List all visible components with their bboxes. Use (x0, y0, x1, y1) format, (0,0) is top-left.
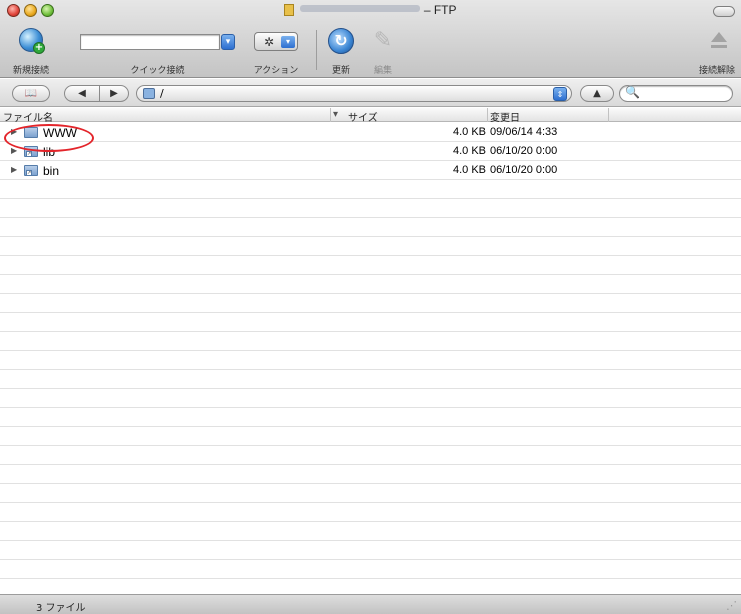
empty-row (0, 256, 741, 275)
path-dropdown-icon[interactable]: ⇕ (553, 87, 567, 101)
empty-row (0, 199, 741, 218)
window-title: – FTP (0, 3, 741, 17)
empty-row (0, 294, 741, 313)
quick-connect-dropdown-button[interactable]: ▾ (221, 34, 235, 50)
action-label: アクション (253, 66, 299, 76)
refresh-label: 更新 (331, 66, 350, 76)
empty-row (0, 579, 741, 594)
gear-icon: ✲ (264, 35, 275, 49)
empty-row (0, 503, 741, 522)
empty-row (0, 465, 741, 484)
empty-row (0, 522, 741, 541)
empty-row (0, 218, 741, 237)
empty-row (0, 180, 741, 199)
file-row-www[interactable]: ▶ WWW 4.0 KB 09/06/14 4:33 (0, 123, 741, 142)
empty-row (0, 332, 741, 351)
file-name: lib (43, 145, 56, 159)
empty-row (0, 408, 741, 427)
empty-row (0, 427, 741, 446)
path-selector[interactable]: / (136, 85, 572, 102)
forward-arrow-icon: ▶ (110, 88, 118, 99)
window-title-suffix: – FTP (423, 3, 457, 17)
disclosure-triangle-icon[interactable]: ▶ (11, 146, 17, 155)
quick-connect-label: クイック接続 (130, 66, 185, 76)
folder-icon (24, 127, 38, 138)
empty-row (0, 370, 741, 389)
empty-row (0, 560, 741, 579)
column-header-modified[interactable]: 変更日 (490, 109, 520, 124)
empty-row (0, 446, 741, 465)
empty-row (0, 389, 741, 408)
column-divider[interactable] (330, 108, 331, 122)
resize-grip-icon[interactable]: ⋰ (726, 599, 737, 612)
file-count: 3 ファイル (36, 603, 86, 614)
empty-row (0, 237, 741, 256)
toolbar-separator (316, 30, 317, 70)
file-name: bin (43, 164, 60, 178)
pencil-icon[interactable]: ✎ (370, 28, 396, 54)
disclosure-triangle-icon[interactable]: ▶ (11, 165, 17, 174)
quick-connect-input[interactable] (80, 34, 220, 50)
file-modified: 06/10/20 0:00 (490, 145, 558, 157)
empty-row (0, 484, 741, 503)
book-icon: 📖 (24, 88, 38, 99)
column-header-name[interactable]: ファイル名 (3, 109, 53, 124)
column-header-size[interactable]: サイズ (348, 109, 378, 124)
disk-icon (143, 88, 155, 99)
toolbar-toggle-button[interactable] (713, 6, 735, 17)
parent-folder-button[interactable]: ▲ (580, 85, 614, 102)
back-arrow-icon: ◀ (78, 88, 86, 99)
column-divider[interactable] (608, 108, 609, 122)
up-arrow-icon: ▲ (593, 88, 601, 99)
file-row-lib[interactable]: ▶ ↗ lib 4.0 KB 06/10/20 0:00 (0, 142, 741, 161)
empty-row (0, 541, 741, 560)
file-list: ▶ WWW 4.0 KB 09/06/14 4:33 ▶ ↗ lib 4.0 K… (0, 123, 741, 594)
window-toolbar: – FTP + 新規接続 ▾ クイック接続 ✲ ▾ アクション ↻ 更新 ✎ 編… (0, 0, 741, 78)
eject-icon[interactable] (706, 30, 732, 52)
forward-button[interactable]: ▶ (99, 85, 129, 102)
back-button[interactable]: ◀ (64, 85, 100, 102)
file-size: 4.0 KB (452, 126, 486, 138)
file-size: 4.0 KB (452, 164, 486, 176)
file-size: 4.0 KB (452, 145, 486, 157)
column-header: ファイル名 ▾ サイズ 変更日 (0, 108, 741, 124)
column-divider[interactable] (487, 108, 488, 122)
chevron-down-icon: ▾ (281, 36, 295, 48)
redacted-host-name (300, 5, 421, 12)
file-name: WWW (43, 126, 77, 140)
empty-row (0, 275, 741, 294)
file-modified: 09/06/14 4:33 (490, 126, 558, 138)
new-connection-label: 新規接続 (12, 66, 49, 76)
current-path: / (160, 87, 164, 100)
navigation-bar: 📖 ◀ ▶ / ⇕ ▲ 🔍 (0, 79, 741, 107)
edit-label: 編集 (373, 66, 392, 76)
refresh-icon[interactable]: ↻ (328, 28, 354, 54)
folder-alias-icon: ↗ (24, 146, 38, 157)
search-icon: 🔍 (625, 85, 640, 99)
bookmarks-button[interactable]: 📖 (12, 85, 50, 102)
action-menu-button[interactable]: ✲ ▾ (254, 32, 298, 51)
empty-row (0, 313, 741, 332)
disclosure-triangle-icon[interactable]: ▶ (11, 127, 17, 136)
file-row-bin[interactable]: ▶ ↗ bin 4.0 KB 06/10/20 0:00 (0, 161, 741, 180)
sort-descending-icon: ▾ (333, 109, 339, 120)
empty-row (0, 351, 741, 370)
folder-alias-icon: ↗ (24, 165, 38, 176)
status-bar: 3 ファイル ⋰ (0, 594, 741, 614)
plus-icon: + (33, 42, 45, 54)
disconnect-label: 接続解除 (698, 66, 735, 76)
document-icon (284, 4, 295, 16)
file-modified: 06/10/20 0:00 (490, 164, 558, 176)
search-input[interactable]: 🔍 (619, 85, 733, 102)
